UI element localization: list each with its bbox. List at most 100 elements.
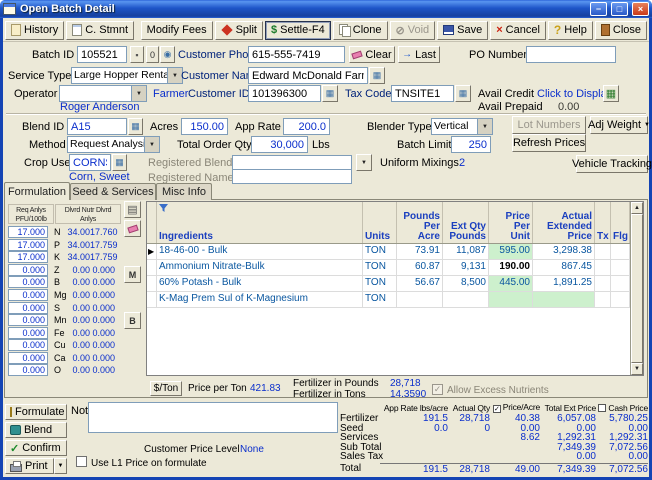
price-per-unit-cell[interactable]: 595.00: [489, 244, 533, 259]
pounds-per-acre-cell[interactable]: 56.67: [397, 276, 443, 291]
ext-qty-cell[interactable]: 8,500: [443, 276, 489, 291]
po-number-field[interactable]: [526, 46, 616, 63]
modify-fees-button[interactable]: Modify Fees: [141, 21, 213, 40]
price-acre-checkbox[interactable]: ✓: [493, 405, 501, 413]
operator-select[interactable]: ▼: [59, 85, 147, 102]
tab-formulation[interactable]: Formulation: [4, 182, 70, 200]
req-analysis-value[interactable]: 0.000: [8, 289, 48, 301]
formulate-button[interactable]: Formulate: [5, 404, 67, 420]
clear-phone-button[interactable]: Clear: [349, 46, 395, 63]
close-window-button[interactable]: ×: [632, 2, 649, 16]
blender-type-select[interactable]: Vertical▼: [431, 118, 493, 135]
ingredient-row[interactable]: Ammonium Nitrate-Bulk TON 60.87 9,131 19…: [147, 260, 630, 276]
report-button[interactable]: ▤: [124, 201, 141, 218]
last-phone-button[interactable]: →Last: [398, 46, 440, 63]
avail-credit-link[interactable]: Click to Display: [537, 88, 612, 100]
pounds-per-acre-cell[interactable]: 60.87: [397, 260, 443, 275]
dropdown-arrow-icon[interactable]: ▼: [477, 119, 492, 134]
flg-cell[interactable]: [611, 292, 630, 307]
registered-name-field[interactable]: [232, 169, 352, 184]
avail-credit-icon[interactable]: ▦: [603, 85, 619, 102]
req-analysis-value[interactable]: 17.000: [8, 239, 48, 251]
req-analysis-value[interactable]: 0.000: [8, 314, 48, 326]
filter-funnel-icon[interactable]: [159, 204, 168, 213]
dropdown-arrow-icon[interactable]: ▼: [131, 86, 146, 101]
method-select[interactable]: Request Analysis▼: [67, 136, 160, 153]
flg-cell[interactable]: [611, 244, 630, 259]
tx-cell[interactable]: [595, 244, 611, 259]
tax-code-field[interactable]: [391, 85, 454, 102]
req-analysis-value[interactable]: 0.000: [8, 327, 48, 339]
refresh-prices-button[interactable]: Refresh Prices: [512, 134, 586, 152]
cash-price-checkbox[interactable]: [598, 404, 606, 412]
ingredient-name-cell[interactable]: 18-46-00 - Bulk: [157, 244, 363, 259]
extended-price-cell[interactable]: 1,891.25: [533, 276, 595, 291]
erase-grid-button[interactable]: [124, 220, 141, 237]
batch-count-button[interactable]: 0: [146, 46, 159, 63]
minimize-button[interactable]: −: [590, 2, 607, 16]
maximize-button[interactable]: □: [611, 2, 628, 16]
tab-misc-info[interactable]: Misc Info: [156, 183, 212, 200]
price-per-unit-cell[interactable]: [489, 292, 533, 307]
dropdown-arrow-icon[interactable]: ▼: [144, 137, 159, 152]
crop-use-lookup-button[interactable]: ▦: [112, 154, 127, 171]
ingredient-name-cell[interactable]: Ammonium Nitrate-Bulk: [157, 260, 363, 275]
batch-id-field[interactable]: [77, 46, 127, 63]
service-type-select[interactable]: Large Hopper Rental▼: [71, 67, 183, 84]
grid-header-extended-price[interactable]: Actual Extended Price: [533, 202, 595, 243]
blend-id-field[interactable]: [67, 118, 127, 135]
tx-cell[interactable]: [595, 292, 611, 307]
ingredient-name-cell[interactable]: K-Mag Prem Sul of K-Magnesium: [157, 292, 363, 307]
tx-cell[interactable]: [595, 260, 611, 275]
void-button[interactable]: ⊘Void: [390, 21, 436, 40]
grid-header-ingredients[interactable]: Ingredients: [157, 202, 363, 243]
adj-weight-button[interactable]: Adj Weight▼: [590, 116, 648, 134]
scroll-down-icon[interactable]: ▼: [631, 363, 643, 375]
acres-field[interactable]: [181, 118, 228, 135]
note-input[interactable]: [88, 402, 338, 433]
settle-button[interactable]: $Settle-F4: [265, 21, 331, 40]
save-button[interactable]: Save: [437, 21, 488, 40]
customer-name-field[interactable]: [248, 67, 368, 84]
grid-header-tx[interactable]: Tx: [595, 202, 611, 243]
grid-scrollbar[interactable]: ▲ ▼: [630, 202, 643, 375]
units-cell[interactable]: TON: [363, 260, 397, 275]
ext-qty-cell[interactable]: 9,131: [443, 260, 489, 275]
flg-cell[interactable]: [611, 276, 630, 291]
grid-header-units[interactable]: Units: [363, 202, 397, 243]
pounds-per-acre-cell[interactable]: 73.91: [397, 244, 443, 259]
pounds-per-acre-cell[interactable]: [397, 292, 443, 307]
dropdown-arrow-icon[interactable]: ▼: [167, 68, 182, 83]
registered-blend-dropdown-button[interactable]: ▼: [356, 154, 372, 171]
units-cell[interactable]: TON: [363, 244, 397, 259]
customer-name-lookup-button[interactable]: ▦: [369, 67, 385, 84]
cancel-button[interactable]: ×Cancel: [490, 21, 546, 40]
help-button[interactable]: ?Help: [548, 21, 593, 40]
extended-price-cell[interactable]: 867.45: [533, 260, 595, 275]
req-analysis-value[interactable]: 0.000: [8, 302, 48, 314]
batch-limit-field[interactable]: [451, 136, 491, 153]
req-analysis-value[interactable]: 0.000: [8, 352, 48, 364]
customer-phone-field[interactable]: [248, 46, 345, 63]
scrollbar-thumb[interactable]: [631, 214, 643, 363]
scroll-up-icon[interactable]: ▲: [631, 202, 643, 214]
ingredient-row[interactable]: K-Mag Prem Sul of K-Magnesium TON: [147, 292, 630, 308]
tax-code-lookup-button[interactable]: ▦: [455, 85, 471, 102]
ingredient-row[interactable]: 60% Potash - Bulk TON 56.67 8,500 445.00…: [147, 276, 630, 292]
batch-options-button[interactable]: ▪: [130, 46, 144, 63]
customer-statement-button[interactable]: C. Stmnt: [66, 21, 134, 40]
req-analysis-value[interactable]: 17.000: [8, 251, 48, 263]
print-button[interactable]: Print: [5, 458, 54, 474]
close-button[interactable]: Close: [595, 21, 647, 40]
units-cell[interactable]: TON: [363, 292, 397, 307]
price-per-unit-cell[interactable]: 190.00: [489, 260, 533, 275]
manual-mode-button[interactable]: M: [124, 266, 141, 283]
crop-use-field[interactable]: [69, 154, 111, 171]
print-options-dropdown-button[interactable]: ▼: [54, 458, 67, 474]
grid-header-flg[interactable]: Flg: [611, 202, 630, 243]
split-button[interactable]: Split: [215, 21, 263, 40]
batch-search-button[interactable]: ◉: [160, 46, 175, 63]
allow-excess-checkbox[interactable]: ✓: [432, 384, 443, 395]
use-l1-checkbox[interactable]: [76, 456, 87, 467]
ext-qty-cell[interactable]: 11,087: [443, 244, 489, 259]
